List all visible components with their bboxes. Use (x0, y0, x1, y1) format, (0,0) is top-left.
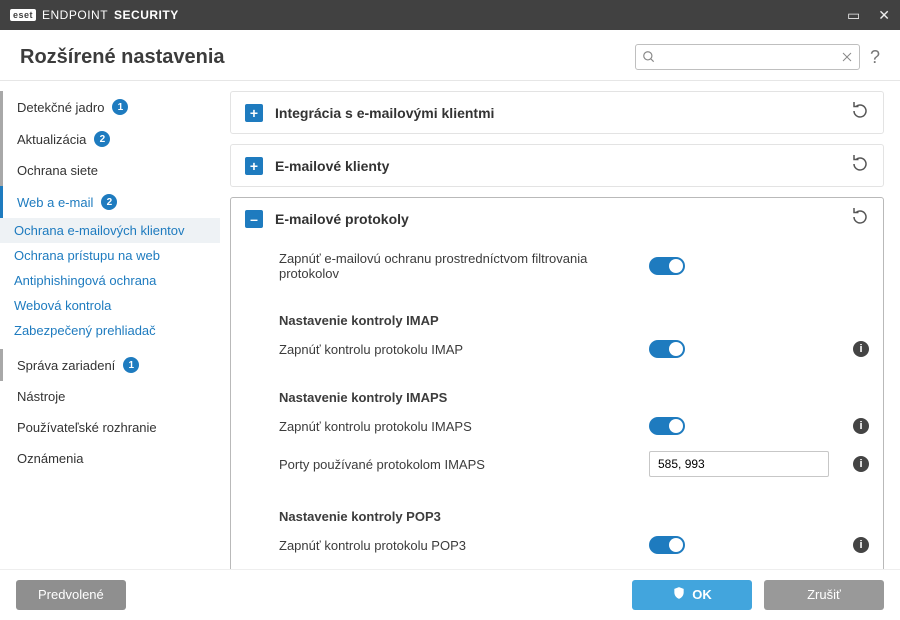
panel-integration-header[interactable]: Integrácia s e-mailovými klientmi (231, 92, 883, 133)
window-maximize-icon[interactable]: ▭ (847, 8, 860, 22)
setting-label-enable-pop3: Zapnúť kontrolu protokolu POP3 (279, 538, 639, 553)
panel-title: Integrácia s e-mailovými klientmi (275, 105, 494, 121)
button-label: OK (692, 587, 712, 602)
setting-label-enable-imaps: Zapnúť kontrolu protokolu IMAPS (279, 419, 639, 434)
brand: eset ENDPOINT SECURITY (10, 8, 179, 22)
clear-search-icon[interactable] (841, 51, 853, 63)
defaults-button[interactable]: Predvolené (16, 580, 126, 610)
sidebar-item-nastroje[interactable]: Nástroje (0, 381, 220, 412)
setting-label-enable-filtering: Zapnúť e-mailovú ochranu prostredníctvom… (279, 251, 639, 281)
sidebar-item-ochrana-siete[interactable]: Ochrana siete (0, 155, 220, 186)
collapse-icon[interactable] (245, 210, 263, 228)
revert-icon[interactable] (851, 102, 869, 123)
panel-clients: E-mailové klienty (230, 144, 884, 187)
panel-title: E-mailové klienty (275, 158, 389, 174)
sidebar-badge: 2 (94, 131, 110, 147)
expand-icon[interactable] (245, 104, 263, 122)
sidebar-item-label: Ochrana e-mailových klientov (14, 223, 185, 238)
sidebar-item-detekcne-jadro[interactable]: Detekčné jadro 1 (0, 91, 220, 123)
sidebar-badge: 2 (101, 194, 117, 210)
input-imaps-ports[interactable] (649, 451, 829, 477)
expand-icon[interactable] (245, 157, 263, 175)
toggle-enable-filtering[interactable] (649, 257, 685, 275)
sidebar-item-label: Správa zariadení (17, 358, 115, 373)
sidebar-item-oznamenia[interactable]: Oznámenia (0, 443, 220, 474)
sidebar: Detekčné jadro 1 Aktualizácia 2 Ochrana … (0, 81, 220, 569)
sidebar-sub-antiphishingova-ochrana[interactable]: Antiphishingová ochrana (0, 268, 220, 293)
info-icon[interactable]: i (853, 537, 869, 553)
revert-icon[interactable] (851, 208, 869, 229)
setting-label-enable-imap: Zapnúť kontrolu protokolu IMAP (279, 342, 639, 357)
page-title: Rozšírené nastavenia (20, 46, 225, 69)
panel-clients-header[interactable]: E-mailové klienty (231, 145, 883, 186)
sidebar-item-web-a-email[interactable]: Web a e-mail 2 (0, 186, 220, 218)
sidebar-item-label: Aktualizácia (17, 132, 86, 147)
toggle-enable-pop3[interactable] (649, 536, 685, 554)
footer: Predvolené OK Zrušiť (0, 569, 900, 619)
sidebar-badge: 1 (112, 99, 128, 115)
sidebar-sub-ochrana-pristupu-na-web[interactable]: Ochrana prístupu na web (0, 243, 220, 268)
sidebar-item-label: Detekčné jadro (17, 100, 104, 115)
sidebar-item-label: Ochrana siete (17, 163, 98, 178)
search-input[interactable] (662, 45, 835, 69)
info-icon[interactable]: i (853, 341, 869, 357)
sidebar-item-label: Ochrana prístupu na web (14, 248, 160, 263)
sidebar-sub-ochrana-emailovych-klientov[interactable]: Ochrana e-mailových klientov (0, 218, 220, 243)
heading-imap: Nastavenie kontroly IMAP (279, 313, 869, 328)
info-icon[interactable]: i (853, 456, 869, 472)
toggle-enable-imap[interactable] (649, 340, 685, 358)
sidebar-item-pouzivatelske-rozhranie[interactable]: Používateľské rozhranie (0, 412, 220, 443)
cancel-button[interactable]: Zrušiť (764, 580, 884, 610)
sidebar-item-label: Web a e-mail (17, 195, 93, 210)
sidebar-item-label: Webová kontrola (14, 298, 111, 313)
help-button[interactable]: ? (870, 47, 880, 68)
sidebar-item-label: Nástroje (17, 389, 65, 404)
sidebar-item-sprava-zariadeni[interactable]: Správa zariadení 1 (0, 349, 220, 381)
toggle-enable-imaps[interactable] (649, 417, 685, 435)
sidebar-sub-webova-kontrola[interactable]: Webová kontrola (0, 293, 220, 318)
panel-protocols-body: Zapnúť e-mailovú ochranu prostredníctvom… (231, 239, 883, 569)
titlebar: eset ENDPOINT SECURITY ▭ ✕ (0, 0, 900, 30)
setting-label-imaps-ports: Porty používané protokolom IMAPS (279, 457, 639, 472)
panel-protocols-header[interactable]: E-mailové protokoly (231, 198, 883, 239)
info-icon[interactable]: i (853, 418, 869, 434)
sidebar-item-label: Antiphishingová ochrana (14, 273, 156, 288)
sidebar-item-label: Zabezpečený prehliadač (14, 323, 156, 338)
panel-title: E-mailové protokoly (275, 211, 409, 227)
window-close-icon[interactable]: ✕ (878, 8, 890, 22)
brand-text-bold: SECURITY (114, 8, 179, 22)
sidebar-badge: 1 (123, 357, 139, 373)
panel-integration: Integrácia s e-mailovými klientmi (230, 91, 884, 134)
button-label: Zrušiť (807, 587, 841, 602)
panel-protocols: E-mailové protokoly Zapnúť e-mailovú och… (230, 197, 884, 569)
sidebar-item-label: Používateľské rozhranie (17, 420, 157, 435)
sidebar-item-label: Oznámenia (17, 451, 83, 466)
brand-badge: eset (10, 9, 36, 21)
sidebar-item-aktualizacia[interactable]: Aktualizácia 2 (0, 123, 220, 155)
main-panel: Integrácia s e-mailovými klientmi E-mail… (220, 81, 900, 569)
shield-icon (672, 586, 686, 603)
search-box[interactable] (635, 44, 860, 70)
ok-button[interactable]: OK (632, 580, 752, 610)
revert-icon[interactable] (851, 155, 869, 176)
search-icon (642, 50, 656, 64)
button-label: Predvolené (38, 587, 104, 602)
brand-text-thin: ENDPOINT (42, 8, 108, 22)
sidebar-sub-zabezpeceny-prehliadac[interactable]: Zabezpečený prehliadač (0, 318, 220, 343)
header: Rozšírené nastavenia ? (0, 30, 900, 81)
heading-pop3: Nastavenie kontroly POP3 (279, 509, 869, 524)
heading-imaps: Nastavenie kontroly IMAPS (279, 390, 869, 405)
